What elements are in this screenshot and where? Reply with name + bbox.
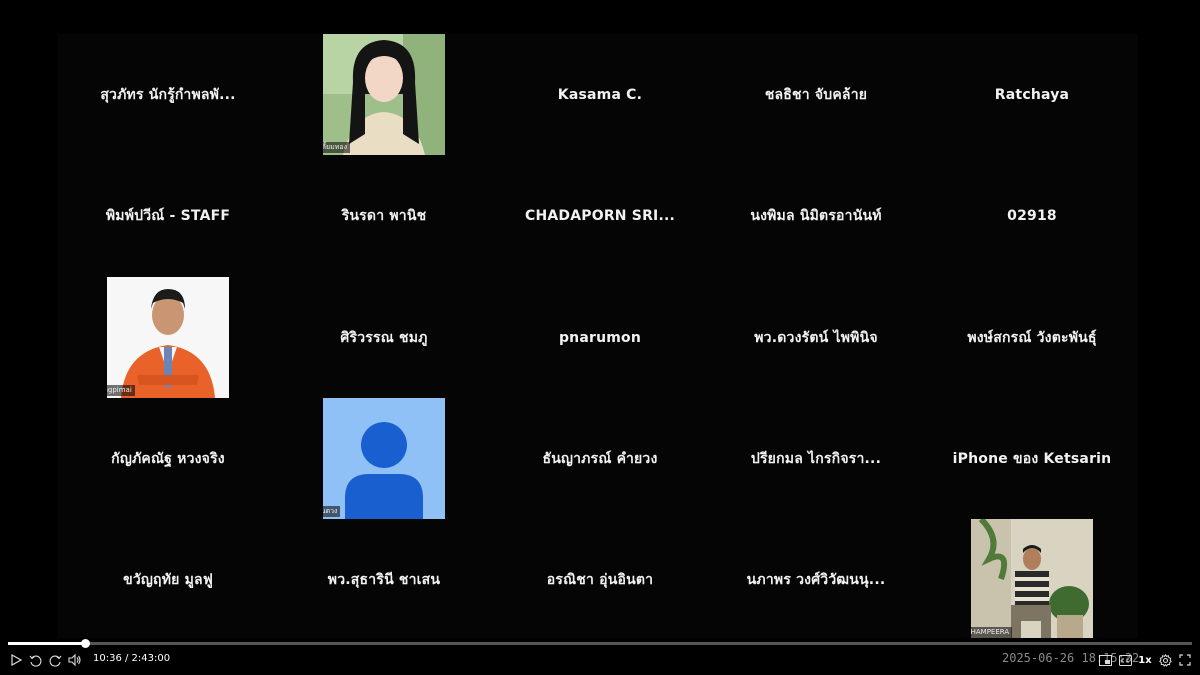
speed-button[interactable]: 1x — [1138, 652, 1152, 668]
participant-tile: พิมพ์ปวีณ์ - STAFF — [60, 155, 276, 276]
participant-name: ธันญาภรณ์ คำยวง — [542, 450, 658, 467]
participant-video-camera-1: กัทรดา เฉลิมเลี้ยมทอง — [323, 34, 445, 155]
captions-icon — [1118, 654, 1132, 666]
participant-name: พว.สุธารินี ชาเสน — [327, 571, 441, 588]
participant-name: pnarumon — [558, 329, 642, 346]
participant-name: iPhone ของ Ketsarin — [952, 450, 1112, 467]
participant-name: สุวภัทร นักรู้กำพลพั... — [100, 86, 236, 103]
participant-tile: พว.ดวงรัตน์ ไพพินิจ — [708, 277, 924, 398]
participant-name: ขวัญฤทัย มูลฟู — [123, 571, 213, 588]
participant-name: นงพิมล นิมิตรอานันท์ — [750, 207, 882, 224]
volume-button[interactable] — [68, 652, 82, 668]
participant-name: ศิริวรรณ ชมภู — [340, 329, 428, 346]
participant-tile: รินรดา พานิช — [276, 155, 492, 276]
participant-name: พงษ์สกรณ์ วังตะพันธุ์ — [967, 329, 1097, 346]
participant-tile: พงษ์สกรณ์ วังตะพันธุ์ — [924, 277, 1140, 398]
settings-icon — [1158, 653, 1172, 667]
video-name-tag: Thiranai Songpimai — [107, 385, 135, 396]
forward-icon — [49, 655, 61, 667]
captions-button[interactable] — [1118, 652, 1132, 668]
progress-bar[interactable] — [8, 639, 1192, 648]
participant-name: รินรดา พานิช — [341, 207, 427, 224]
participant-tile: iPhone ของ Ketsarin — [924, 398, 1140, 519]
participant-video-camera-3: ศวพร จันทร์ต้นตวง — [323, 398, 445, 519]
fullscreen-button[interactable] — [1178, 652, 1192, 668]
participant-name: ชลธิชา จับคล้าย — [764, 86, 868, 103]
participant-tile: พว.สุธารินี ชาเสน — [276, 519, 492, 640]
participant-tile: อรณิชา อุ่นอินตา — [492, 519, 708, 640]
participant-tile: Kasama C. — [492, 34, 708, 155]
progress-thumb[interactable] — [81, 639, 90, 648]
participant-name: นภาพร วงศ์วิวัฒนนุ... — [746, 571, 886, 588]
play-button[interactable] — [9, 652, 23, 668]
participant-tile: ศิริวรรณ ชมภู — [276, 277, 492, 398]
participant-name: ปรียกมล ไกรกิจรา... — [750, 450, 882, 467]
participant-name: Kasama C. — [557, 86, 643, 103]
participant-name: พว.ดวงรัตน์ ไพพินิจ — [754, 329, 878, 346]
video-name-tag: กัทรดา เฉลิมเลี้ยมทอง — [323, 142, 351, 153]
participant-video-camera-4: WORAPOT KHAMPEERA — [971, 519, 1093, 640]
participant-name: พิมพ์ปวีณ์ - STAFF — [105, 207, 231, 224]
video-stage: สุวภัทร นักรู้กำพลพั... กัทรดา เฉลิมเลี้… — [0, 0, 1200, 640]
participant-tile: pnarumon — [492, 277, 708, 398]
speed-label: 1x — [1138, 654, 1152, 666]
participant-photo-man-seated — [971, 519, 1093, 640]
participant-tile: นภาพร วงศ์วิวัฒนนุ... — [708, 519, 924, 640]
participant-tile: 02918 — [924, 155, 1140, 276]
participant-name: 02918 — [1007, 207, 1057, 224]
participant-name: Ratchaya — [994, 86, 1070, 103]
video-name-tag: WORAPOT KHAMPEERA — [971, 627, 1013, 638]
participant-tile: Ratchaya — [924, 34, 1140, 155]
default-avatar-icon — [323, 398, 445, 519]
participant-tile: ธันญาภรณ์ คำยวง — [492, 398, 708, 519]
progress-fill — [8, 642, 85, 645]
volume-icon — [68, 654, 81, 666]
play-icon — [11, 654, 22, 666]
forward-button[interactable] — [48, 652, 62, 668]
participant-tile: นงพิมล นิมิตรอานันท์ — [708, 155, 924, 276]
time-display: 10:36 / 2:43:00 — [93, 653, 171, 664]
participant-video-camera-2: Thiranai Songpimai — [107, 277, 229, 398]
rewind-icon — [29, 655, 41, 667]
participant-tile: กัญภัคณัฐ หวงจริง — [60, 398, 276, 519]
rewind-button[interactable] — [28, 652, 42, 668]
participant-tile: ขวัญฤทัย มูลฟู — [60, 519, 276, 640]
settings-button[interactable] — [1158, 652, 1172, 668]
pip-icon — [1098, 654, 1112, 666]
participant-tile: CHADAPORN SRI... — [492, 155, 708, 276]
participant-name: กัญภัคณัฐ หวงจริง — [111, 450, 225, 467]
participant-photo-man-orange-jacket — [107, 277, 229, 398]
pip-button[interactable] — [1098, 652, 1112, 668]
fullscreen-icon — [1179, 654, 1191, 666]
participant-tile: ปรียกมล ไกรกิจรา... — [708, 398, 924, 519]
participant-tile: ชลธิชา จับคล้าย — [708, 34, 924, 155]
participant-name: CHADAPORN SRI... — [524, 207, 676, 224]
participant-photo-woman — [323, 34, 445, 155]
video-name-tag: ศวพร จันทร์ต้นตวง — [323, 506, 341, 517]
participant-tile: สุวภัทร นักรู้กำพลพั... — [60, 34, 276, 155]
player-controls: 10:36 / 2:43:00 2025-06-26 18:15:32 1x — [0, 638, 1200, 675]
participant-name: อรณิชา อุ่นอินตา — [546, 571, 654, 588]
